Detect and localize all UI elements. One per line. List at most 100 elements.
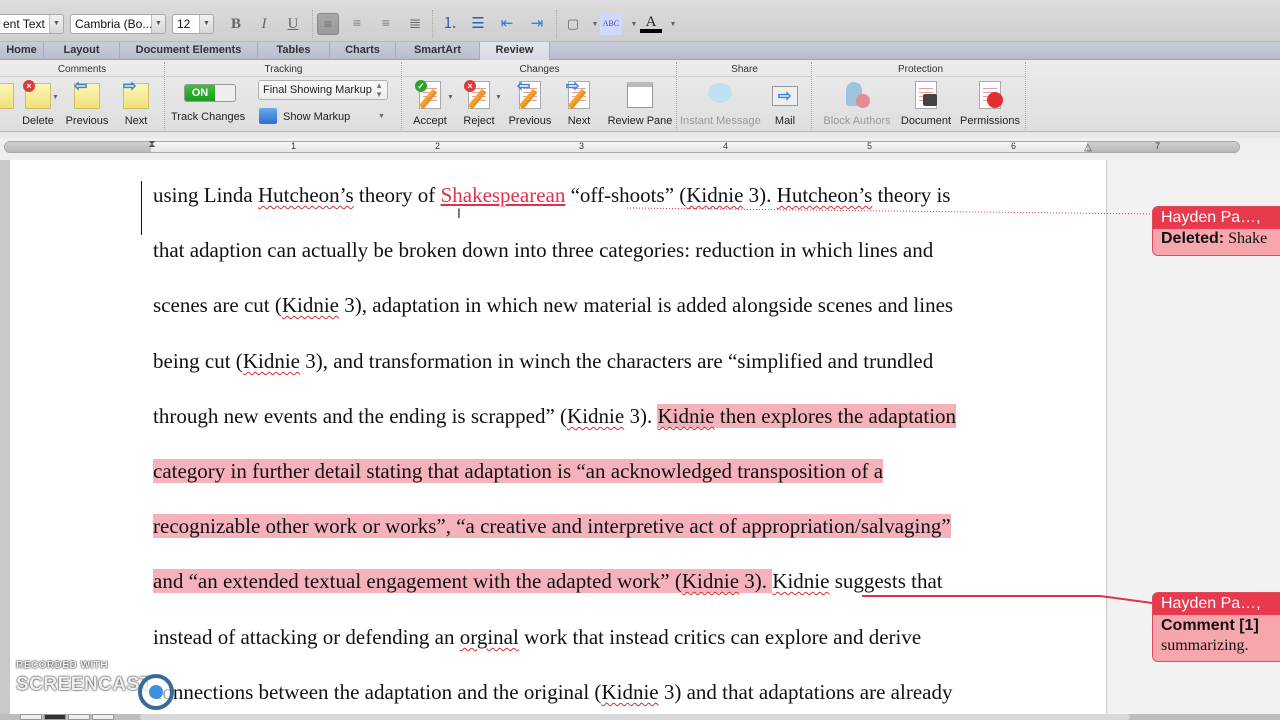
document-line[interactable]: and “an extended textual engagement with… [153,568,943,594]
track-changes-toggle[interactable]: ON [184,84,236,102]
tab-tables[interactable]: Tables [258,42,330,60]
font-select[interactable]: Cambria (Bo... ▼ [70,14,166,34]
chevron-down-icon[interactable]: ▼ [52,94,59,101]
document-line[interactable]: scenes are cut (Kidnie 3), adaptation in… [153,292,953,318]
protect-document-button[interactable]: Document [900,80,952,127]
review-pane-icon [627,82,653,108]
deletion-balloon[interactable]: Hayden Pa…, Deleted: Shake [1152,206,1280,256]
increase-indent-icon[interactable]: ⇥ [526,13,548,35]
new-comment-button[interactable] [0,80,14,110]
markup-mode-select[interactable]: Final Showing Markup ▲ ▼ [258,80,388,100]
commented-text: category in further detail stating that … [153,459,884,483]
balloon-kind: Comment [1] [1161,617,1259,634]
right-margin-area [1087,142,1239,152]
numbered-list-icon[interactable]: ⒈ [439,13,461,35]
previous-change-button[interactable]: ⇦ Previous [507,78,553,128]
delete-label: Delete [22,115,54,127]
chevron-down-icon: ▼ [199,15,213,33]
next-change-label: Next [567,115,591,127]
instant-message-button[interactable]: Instant Message [680,80,761,127]
highlight-icon[interactable]: ABC [600,13,622,35]
misspelled-word: Kidnie [242,349,300,373]
previous-change-label: Previous [508,115,552,127]
text-run: scenes are cut ( [153,293,282,317]
mail-label: Mail [774,115,796,127]
right-indent-marker-icon[interactable]: △ [1084,142,1092,153]
align-left-button[interactable]: ≡ [317,13,339,35]
font-size-select[interactable]: 12 ▼ [172,14,214,34]
changes-group-title: Changes [403,64,676,77]
indent-marker-icon[interactable]: ⧗ [147,140,157,158]
tab-home[interactable]: Home [0,42,44,60]
share-group-title: Share [678,64,811,77]
document-line[interactable]: connections between the adaptation and t… [153,679,952,705]
chevron-down-icon[interactable]: ▼ [378,113,385,120]
text-run: 3), and transformation in winch the char… [299,349,934,373]
markup-mode-value: Final Showing Markup [263,84,372,96]
bulleted-list-icon[interactable]: ☰ [467,13,489,35]
view-button-active[interactable] [44,714,66,720]
bold-button[interactable]: B [225,13,247,35]
next-comment-button[interactable]: ⇨ Next [118,79,154,127]
chevron-down-icon[interactable]: ▼ [662,13,684,35]
delete-comment-button[interactable]: × Delete [18,80,58,127]
scrollbar-thumb[interactable] [140,714,1130,720]
document-line[interactable]: that adaption can actually be broken dow… [153,237,933,263]
decrease-indent-icon[interactable]: ⇤ [496,13,518,35]
text-color-icon[interactable]: A [640,13,662,33]
ribbon-tabs: Home Layout Document Elements Tables Cha… [0,42,1280,60]
view-button[interactable] [92,714,114,720]
horizontal-ruler[interactable]: 1 2 3 4 5 6 7 ⧗ △ [0,138,1280,160]
chevron-down-icon[interactable]: ▼ [447,94,454,101]
text-run: 3). [743,183,777,207]
document-label: Document [900,115,952,127]
reject-label: Reject [463,115,495,127]
mail-button[interactable]: ⇨ Mail [768,80,802,127]
style-select[interactable]: ent Text ▼ [0,14,64,34]
align-right-button[interactable]: ≡ [375,13,397,35]
no-entry-icon [987,92,1003,108]
chevron-down-icon[interactable]: ▼ [495,94,502,101]
tab-smartart[interactable]: SmartArt [396,42,480,60]
document-line[interactable]: recognizable other work or works”, “a cr… [153,513,951,539]
misspelled-word: Kidnie [281,293,339,317]
align-center-button[interactable]: ≡ [346,13,368,35]
review-pane-button[interactable]: Review Pane [607,80,673,127]
misspelled-word: Kidnie [772,569,830,593]
block-authors-button[interactable]: Block Authors [820,80,894,127]
next-change-button[interactable]: ⇨ Next [561,79,597,128]
borders-icon[interactable]: ▢ [562,13,584,35]
balloon-kind: Deleted: [1161,230,1225,247]
next-label: Next [124,115,148,127]
tab-document-elements[interactable]: Document Elements [120,42,258,60]
document-line[interactable]: using Linda Hutcheon’s theory of Shakesp… [153,182,950,208]
underline-button[interactable]: U [282,13,304,35]
show-markup-icon [259,108,277,124]
document-line[interactable]: through new events and the ending is scr… [153,403,957,429]
text-run: suggests that [829,569,943,593]
record-icon [138,674,174,710]
italic-button[interactable]: I [253,13,275,35]
document-line[interactable]: category in further detail stating that … [153,458,884,484]
view-button[interactable] [20,714,42,720]
view-button[interactable] [68,714,90,720]
justify-button[interactable]: ≣ [404,13,426,35]
arrow-left-icon: ⇦ [517,78,531,95]
chevron-down-icon: ▼ [49,15,63,33]
formatting-toolbar: ent Text ▼ Cambria (Bo... ▼ 12 ▼ B I U ≡ ≡ … [0,0,1280,42]
permissions-button[interactable]: Permissions [958,80,1022,127]
reject-button[interactable]: × Reject [459,80,499,127]
tab-layout[interactable]: Layout [44,42,120,60]
font-size-value: 12 [177,17,191,31]
tracked-insertion: Shakespearean [440,183,566,207]
tab-charts[interactable]: Charts [330,42,396,60]
toggle-on-label: ON [185,85,215,101]
divider [432,10,433,38]
comment-balloon[interactable]: Hayden Pa…, Comment [1] summarizing. [1152,592,1280,662]
document-line[interactable]: instead of attacking or defending an org… [153,624,921,650]
show-markup-button[interactable]: Show Markup [283,111,350,123]
previous-comment-button[interactable]: ⇦ Previous [64,79,110,128]
accept-button[interactable]: ✓ Accept [409,80,451,127]
document-line[interactable]: being cut (Kidnie 3), and transformation… [153,348,933,374]
tab-review[interactable]: Review [480,42,550,60]
